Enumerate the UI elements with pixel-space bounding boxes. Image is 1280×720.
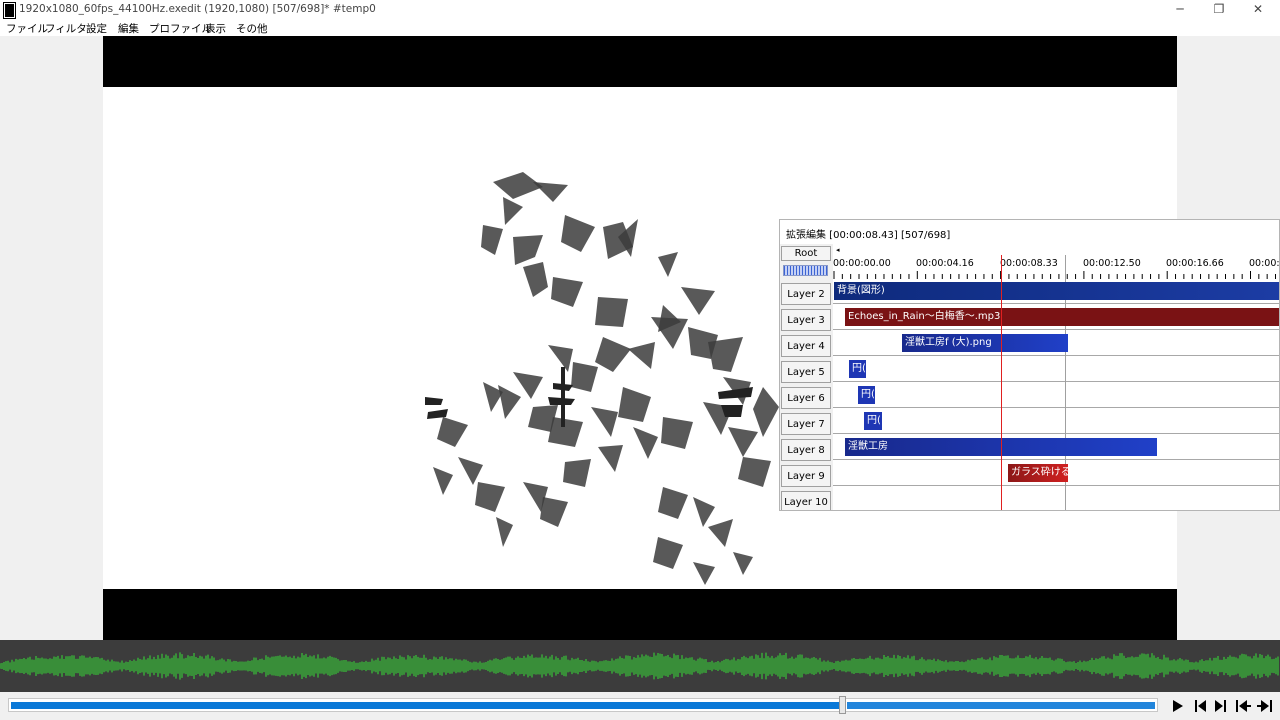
close-button[interactable]: ✕ — [1239, 0, 1277, 19]
menu-profile[interactable]: プロファイル — [149, 21, 212, 36]
playhead-cursor[interactable] — [1001, 255, 1002, 510]
time-label: 00:00:00.00 — [833, 258, 891, 269]
seek-thumb[interactable] — [839, 696, 847, 714]
timeline-row[interactable] — [833, 357, 1279, 382]
maximize-button[interactable]: ❐ — [1200, 0, 1238, 19]
scroll-left-icon[interactable]: ◂ — [836, 246, 840, 254]
time-ruler[interactable] — [833, 271, 1280, 279]
zoom-scale-icon[interactable] — [783, 265, 828, 276]
time-label: 00:00:08.33 — [1000, 258, 1058, 269]
menu-file[interactable]: ファイル — [6, 21, 48, 36]
time-label: 00:00:16.66 — [1166, 258, 1224, 269]
layer-header-5[interactable]: Layer 5 — [781, 361, 831, 383]
title-bar: 1920x1080_60fps_44100Hz.exedit (1920,108… — [0, 0, 1280, 19]
menu-other[interactable]: その他 — [236, 21, 268, 36]
clip-circle-2[interactable]: 円( — [858, 386, 875, 404]
seek-bar[interactable] — [8, 698, 1158, 712]
menu-edit[interactable]: 編集 — [118, 21, 139, 36]
seek-progress — [11, 702, 840, 709]
timeline-window[interactable]: 拡張編集 [00:00:08.43] [507/698] Root Layer … — [779, 219, 1280, 511]
jump-end-icon[interactable] — [1255, 698, 1275, 714]
clip-circle-3[interactable]: 円( — [864, 412, 882, 430]
timeline-row[interactable] — [833, 383, 1279, 408]
menu-bar: ファイル フィルタ 設定 編集 プロファイル 表示 その他 — [0, 19, 1280, 36]
time-label: 00:00:12.50 — [1083, 258, 1141, 269]
menu-settings[interactable]: 設定 — [86, 21, 107, 36]
layer-header-10[interactable]: Layer 10 — [781, 491, 831, 510]
seek-bar-area — [0, 692, 1280, 720]
timeline-row[interactable] — [833, 487, 1279, 510]
layer-header-3[interactable]: Layer 3 — [781, 309, 831, 331]
window-title: 1920x1080_60fps_44100Hz.exedit (1920,108… — [19, 3, 376, 15]
timeline-title-bar[interactable]: 拡張編集 [00:00:08.43] [507/698] — [780, 220, 1279, 244]
minimize-button[interactable]: ─ — [1161, 0, 1199, 19]
seek-progress-remaining — [847, 702, 1155, 709]
clip-circle-1[interactable]: 円( — [849, 360, 866, 378]
menu-view[interactable]: 表示 — [205, 21, 226, 36]
layer-header-2[interactable]: Layer 2 — [781, 283, 831, 305]
jump-start-icon[interactable] — [1233, 698, 1253, 714]
clip-image[interactable]: 淫獣工房f (大).png — [902, 334, 1068, 352]
layer-header-4[interactable]: Layer 4 — [781, 335, 831, 357]
clip-glass-shatter[interactable]: ガラス砕ける02 — [1008, 464, 1068, 482]
time-label: 00:00:04.16 — [916, 258, 974, 269]
play-icon[interactable] — [1168, 698, 1188, 714]
layer-header-6[interactable]: Layer 6 — [781, 387, 831, 409]
layer-header-7[interactable]: Layer 7 — [781, 413, 831, 435]
next-frame-icon[interactable] — [1211, 698, 1231, 714]
menu-filter[interactable]: フィルタ — [45, 21, 87, 36]
root-button[interactable]: Root — [781, 246, 831, 261]
clip-audio[interactable]: Echoes_in_Rain〜白梅香〜.mp3 — [845, 308, 1279, 326]
clip-background-shape[interactable]: 背景(図形) — [834, 282, 1279, 300]
app-icon — [4, 3, 15, 18]
audio-waveform[interactable] — [0, 640, 1280, 692]
timeline-title: 拡張編集 [00:00:08.43] [507/698] — [786, 230, 951, 241]
prev-frame-icon[interactable] — [1190, 698, 1210, 714]
timeline-area[interactable]: ◂ 00:00:00.00 00:00:04.16 00:00:08.33 00… — [833, 244, 1280, 510]
waveform-graphic — [0, 652, 1279, 680]
time-label: 00:00:2 — [1249, 258, 1280, 269]
timeline-row[interactable] — [833, 409, 1279, 434]
layer-header-9[interactable]: Layer 9 — [781, 465, 831, 487]
layer-header-8[interactable]: Layer 8 — [781, 439, 831, 461]
